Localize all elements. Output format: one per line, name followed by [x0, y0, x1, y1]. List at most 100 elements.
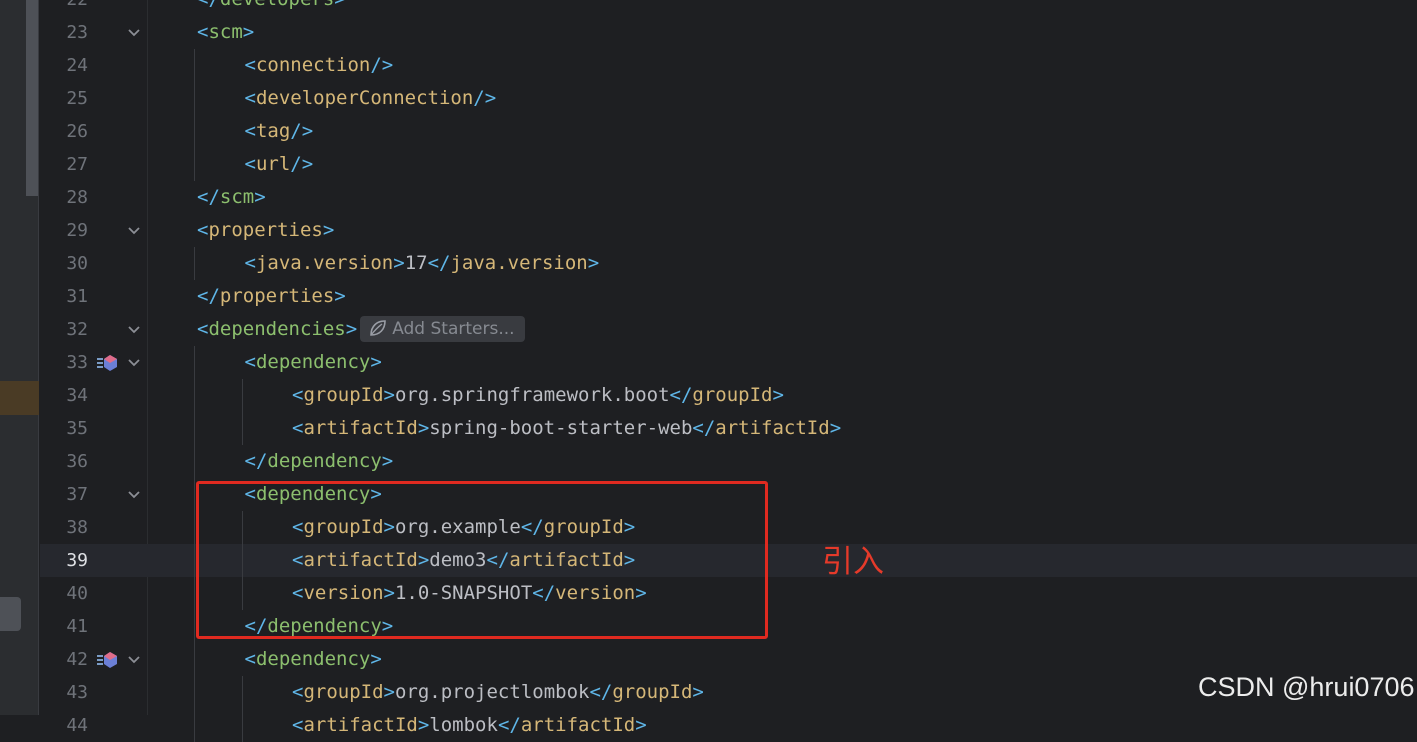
line-number[interactable]: 40: [40, 577, 88, 610]
line-number[interactable]: 28: [40, 181, 88, 214]
chevron-down-icon[interactable]: [124, 16, 144, 49]
line-number[interactable]: 26: [40, 115, 88, 148]
sidebar-scrollbar-thumb[interactable]: [26, 0, 38, 196]
code-text[interactable]: <artifactId>spring-boot-starter-web</art…: [292, 412, 841, 445]
chevron-down-icon[interactable]: [124, 214, 144, 247]
code-token: properties: [208, 219, 323, 241]
code-token: >: [242, 21, 255, 43]
code-token: connection: [255, 54, 371, 76]
code-line[interactable]: 26 <tag/>: [40, 115, 1417, 148]
code-token: tag: [255, 120, 291, 142]
code-line[interactable]: 22 </developers>: [40, 0, 1417, 16]
code-token: >: [370, 351, 382, 373]
code-token: >: [334, 285, 346, 307]
code-text[interactable]: <connection/>: [245, 49, 394, 82]
code-token: </: [197, 285, 220, 307]
code-text[interactable]: <url/>: [245, 148, 314, 181]
code-text[interactable]: <groupId>org.springframework.boot</group…: [292, 379, 784, 412]
line-number[interactable]: 27: [40, 148, 88, 181]
line-number[interactable]: 24: [40, 49, 88, 82]
code-line[interactable]: 32 <dependencies> Add Starters...: [40, 313, 1417, 346]
code-token: dependency: [255, 648, 371, 670]
line-number[interactable]: 38: [40, 511, 88, 544]
line-number[interactable]: 37: [40, 478, 88, 511]
line-number[interactable]: 33: [40, 346, 88, 379]
code-line[interactable]: 27 <url/>: [40, 148, 1417, 181]
code-token: groupId: [612, 681, 693, 703]
line-number[interactable]: 42: [40, 643, 88, 676]
code-token: >: [370, 648, 382, 670]
code-line[interactable]: 31 </properties>: [40, 280, 1417, 313]
code-line[interactable]: 44 <artifactId>lombok</artifactId>: [40, 709, 1417, 742]
code-line[interactable]: 29 <properties>: [40, 214, 1417, 247]
code-text[interactable]: </dependency>: [245, 445, 394, 478]
code-token: >: [587, 252, 600, 274]
code-text[interactable]: </developers>: [197, 0, 346, 16]
line-number[interactable]: 44: [40, 709, 88, 742]
code-token: java.version: [255, 252, 394, 274]
chevron-down-icon[interactable]: [124, 478, 144, 511]
code-line[interactable]: 33 <dependency>: [40, 346, 1417, 379]
code-token: </: [497, 714, 521, 736]
code-token: org.springframework.boot: [394, 384, 670, 406]
line-number[interactable]: 35: [40, 412, 88, 445]
line-number[interactable]: 43: [40, 676, 88, 709]
chevron-down-icon[interactable]: [124, 346, 144, 379]
indent-guide: [194, 346, 195, 742]
code-text[interactable]: <tag/>: [245, 115, 314, 148]
code-token: developers: [220, 0, 334, 10]
code-text[interactable]: <dependency>: [245, 346, 382, 379]
code-token: <: [244, 87, 256, 109]
line-number[interactable]: 34: [40, 379, 88, 412]
line-number[interactable]: 22: [40, 0, 88, 16]
line-number[interactable]: 23: [40, 16, 88, 49]
code-text[interactable]: <groupId>org.projectlombok</groupId>: [292, 676, 704, 709]
code-line[interactable]: 35 <artifactId>spring-boot-starter-web</a…: [40, 412, 1417, 445]
code-text[interactable]: <java.version>17</java.version>: [245, 247, 600, 280]
code-token: groupId: [692, 384, 773, 406]
code-line[interactable]: 28 </scm>: [40, 181, 1417, 214]
code-text[interactable]: <properties>: [197, 214, 334, 247]
code-text[interactable]: </properties>: [197, 280, 346, 313]
left-tool-strip: [0, 0, 39, 715]
line-number[interactable]: 31: [40, 280, 88, 313]
code-text[interactable]: <dependency>: [245, 643, 382, 676]
red-highlight-box: [196, 481, 768, 639]
code-token: <: [244, 648, 256, 670]
code-text[interactable]: <scm>: [197, 16, 254, 49]
sidebar-tool-tab[interactable]: [0, 597, 21, 631]
code-text[interactable]: </scm>: [197, 181, 266, 214]
code-token: <: [244, 153, 256, 175]
code-token: dependency: [267, 450, 382, 472]
code-token: </: [197, 186, 220, 208]
line-number[interactable]: 30: [40, 247, 88, 280]
maven-dependency-icon[interactable]: [96, 346, 120, 379]
code-line[interactable]: 25 <developerConnection/>: [40, 82, 1417, 115]
code-text[interactable]: <artifactId>lombok</artifactId>: [292, 709, 647, 742]
code-token: <: [292, 681, 304, 703]
maven-dependency-icon[interactable]: [96, 643, 120, 676]
line-number[interactable]: 32: [40, 313, 88, 346]
code-text[interactable]: <dependencies> Add Starters...: [197, 313, 525, 346]
add-starters-button[interactable]: Add Starters...: [360, 316, 525, 342]
code-token: </: [244, 450, 268, 472]
line-number[interactable]: 41: [40, 610, 88, 643]
code-token: artifactId: [715, 417, 830, 439]
line-number[interactable]: 29: [40, 214, 88, 247]
code-line[interactable]: 30 <java.version>17</java.version>: [40, 247, 1417, 280]
line-number[interactable]: 39: [40, 544, 88, 577]
chevron-down-icon[interactable]: [124, 643, 144, 676]
line-number[interactable]: 25: [40, 82, 88, 115]
code-line[interactable]: 24 <connection/>: [40, 49, 1417, 82]
line-number[interactable]: 36: [40, 445, 88, 478]
code-token: >: [417, 417, 430, 439]
annotation-label: 引入: [822, 544, 884, 580]
code-line[interactable]: 34 <groupId>org.springframework.boot</gro…: [40, 379, 1417, 412]
code-token: java.version: [450, 252, 588, 274]
code-line[interactable]: 23 <scm>: [40, 16, 1417, 49]
code-token: <: [244, 54, 256, 76]
chevron-down-icon[interactable]: [124, 313, 144, 346]
code-line[interactable]: 36 </dependency>: [40, 445, 1417, 478]
code-token: />: [473, 87, 497, 109]
code-text[interactable]: <developerConnection/>: [245, 82, 497, 115]
